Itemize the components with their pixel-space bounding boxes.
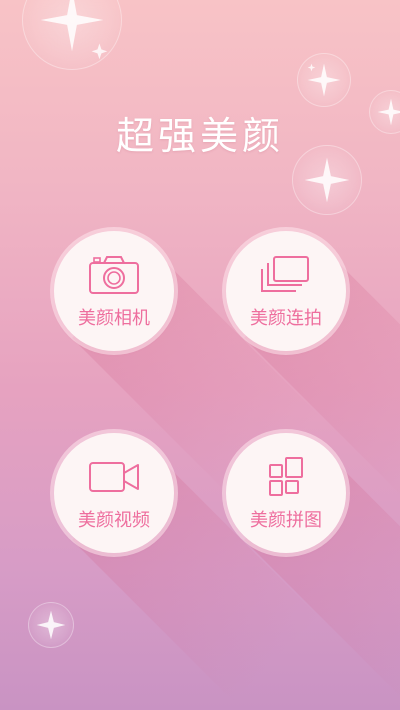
- app-title: 超强美颜: [115, 114, 284, 158]
- beauty-video-button[interactable]: 美颜视频: [54, 433, 174, 553]
- beauty-burst-label: 美颜连拍: [250, 308, 322, 329]
- camera-icon: [88, 255, 140, 295]
- sparkle-decoration: [28, 602, 74, 648]
- beauty-collage-label: 美颜拼图: [250, 510, 322, 531]
- beauty-video-label: 美颜视频: [78, 510, 150, 531]
- video-camera-icon: [88, 457, 140, 497]
- sparkle-decoration: [297, 53, 351, 107]
- home-screen: 超强美颜 美颜相机 美颜连拍 美颜视频 美颜拼图: [0, 0, 400, 710]
- beauty-burst-button[interactable]: 美颜连拍: [226, 231, 346, 351]
- beauty-camera-label: 美颜相机: [78, 308, 150, 329]
- collage-grid-icon: [260, 457, 312, 497]
- sparkle-decoration: [22, 0, 122, 70]
- beauty-collage-button[interactable]: 美颜拼图: [226, 433, 346, 553]
- burst-photos-icon: [260, 255, 312, 295]
- beauty-camera-button[interactable]: 美颜相机: [54, 231, 174, 351]
